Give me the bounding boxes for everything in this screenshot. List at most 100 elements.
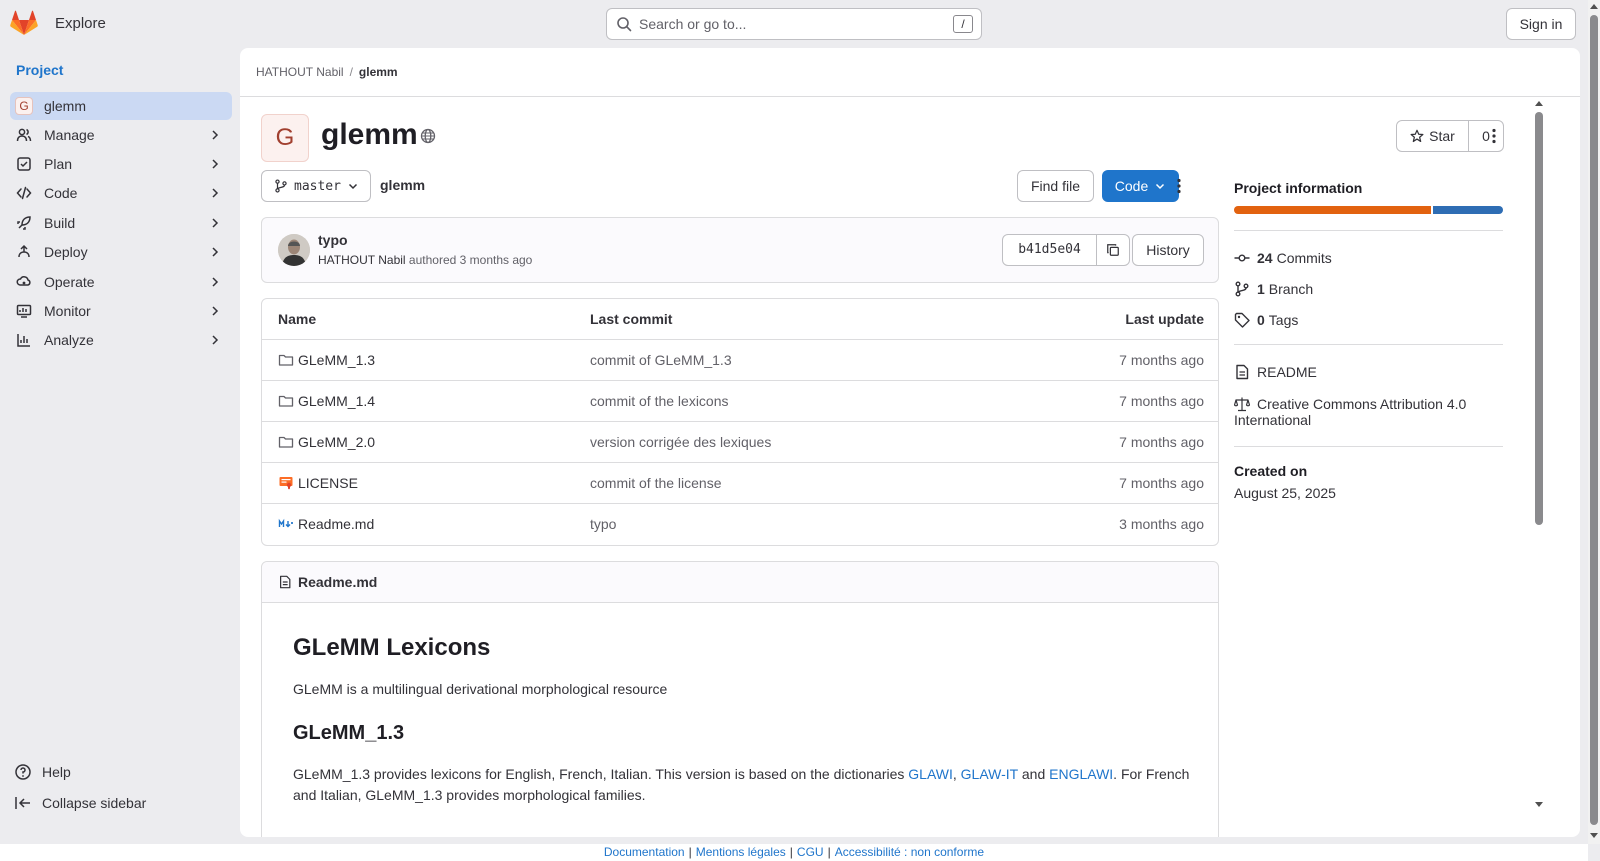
search-icon — [617, 17, 632, 32]
sidebar-item-analyze[interactable]: Analyze — [10, 326, 232, 354]
table-row[interactable]: LICENSE commit of the license 7 months a… — [262, 463, 1218, 504]
star-icon — [1410, 129, 1424, 143]
file-last-commit[interactable]: commit of GLeMM_1.3 — [590, 352, 732, 368]
help-button[interactable]: Help — [14, 763, 71, 781]
main-scrollbar[interactable] — [1533, 97, 1545, 811]
history-button[interactable]: History — [1132, 234, 1204, 266]
search-input[interactable]: Search or go to... / — [606, 8, 982, 40]
sidebar-item-plan[interactable]: Plan — [10, 150, 232, 178]
readme-filename[interactable]: Readme.md — [298, 574, 377, 590]
rocket-icon — [15, 214, 33, 232]
header-last-update: Last update — [1125, 311, 1204, 327]
readme-text: , — [952, 766, 961, 782]
explore-link[interactable]: Explore — [55, 15, 106, 32]
repo-path[interactable]: glemm — [380, 177, 425, 193]
table-row[interactable]: GLeMM_1.3 commit of GLeMM_1.3 7 months a… — [262, 340, 1218, 381]
commit-message[interactable]: typo — [318, 232, 348, 248]
englawi-link[interactable]: ENGLAWI — [1049, 766, 1113, 782]
file-table: Name Last commit Last update GLeMM_1.3 c… — [261, 298, 1219, 546]
sidebar-item-deploy[interactable]: Deploy — [10, 238, 232, 266]
glawi-link[interactable]: GLAWI — [908, 766, 953, 782]
copy-sha-button[interactable] — [1097, 235, 1129, 265]
sidebar-item-project[interactable]: G glemm — [10, 92, 232, 120]
sidebar-item-label: Operate — [44, 274, 95, 290]
info-divider — [1234, 344, 1503, 345]
tags-link[interactable]: 0 Tags — [1234, 312, 1298, 328]
footer-link-documentation[interactable]: Documentation — [604, 845, 685, 859]
file-last-commit[interactable]: commit of the license — [590, 475, 722, 491]
sidebar-item-label: glemm — [44, 98, 87, 114]
file-name[interactable]: GLeMM_1.3 — [298, 352, 375, 368]
language-bar-segment-1 — [1234, 206, 1431, 214]
project-actions-kebab-icon[interactable] — [1486, 128, 1502, 144]
page-scrollbar[interactable] — [1588, 0, 1600, 844]
chevron-right-icon — [212, 218, 219, 228]
footer-separator: | — [827, 845, 831, 859]
file-name[interactable]: GLeMM_1.4 — [298, 393, 375, 409]
sidebar-item-code[interactable]: Code — [10, 179, 232, 207]
globe-icon — [420, 128, 436, 144]
file-last-update: 7 months ago — [1119, 352, 1204, 368]
commit-author[interactable]: HATHOUT Nabil — [318, 253, 406, 267]
glaw-it-link[interactable]: GLAW-IT — [961, 766, 1018, 782]
file-last-commit[interactable]: typo — [590, 516, 616, 532]
scroll-down-arrow-icon[interactable] — [1590, 833, 1598, 838]
code-icon — [15, 184, 33, 202]
find-file-button[interactable]: Find file — [1017, 170, 1094, 202]
star-button[interactable]: Star — [1397, 121, 1469, 151]
code-button-label: Code — [1114, 178, 1149, 194]
project-avatar-icon: G — [15, 97, 33, 115]
sidebar-item-build[interactable]: Build — [10, 209, 232, 237]
code-dropdown-button[interactable]: Code — [1102, 170, 1179, 202]
footer-separator: | — [789, 845, 793, 859]
avatar[interactable] — [278, 234, 310, 266]
sidebar-item-monitor[interactable]: Monitor — [10, 297, 232, 325]
license-link[interactable]: Creative Commons Attribution 4.0 Interna… — [1234, 396, 1503, 428]
collapse-sidebar-button[interactable]: Collapse sidebar — [14, 794, 146, 812]
license-label: Creative Commons Attribution 4.0 Interna… — [1234, 396, 1467, 428]
folder-icon — [278, 354, 294, 366]
scrollbar-thumb[interactable] — [1590, 15, 1598, 825]
repo-actions-kebab-icon[interactable] — [1171, 178, 1187, 194]
chevron-down-icon — [348, 183, 357, 190]
file-name[interactable]: LICENSE — [298, 475, 358, 491]
breadcrumb-owner[interactable]: HATHOUT Nabil — [256, 65, 344, 79]
file-last-commit[interactable]: commit of the lexicons — [590, 393, 729, 409]
last-commit-box: typo HATHOUT Nabil authored 3 months ago… — [261, 217, 1219, 283]
table-row[interactable]: GLeMM_1.4 commit of the lexicons 7 month… — [262, 381, 1218, 422]
plan-icon — [15, 155, 33, 173]
scroll-up-arrow-icon[interactable] — [1535, 101, 1543, 106]
table-row[interactable]: Readme.md typo 3 months ago — [262, 504, 1218, 545]
search-shortcut-key: / — [953, 15, 973, 33]
readme-link[interactable]: README — [1234, 364, 1317, 380]
footer-link-legal[interactable]: Mentions légales — [696, 845, 786, 859]
language-bar[interactable] — [1234, 206, 1503, 214]
branch-icon — [275, 179, 287, 193]
branch-count: 1 — [1257, 281, 1265, 297]
chevron-right-icon — [212, 277, 219, 287]
scroll-down-arrow-icon[interactable] — [1535, 802, 1543, 807]
file-name[interactable]: Readme.md — [298, 516, 374, 532]
footer-link-cgu[interactable]: CGU — [797, 845, 824, 859]
file-last-commit[interactable]: version corrigée des lexiques — [590, 434, 771, 450]
branches-link[interactable]: 1 Branch — [1234, 281, 1313, 297]
commit-meta: HATHOUT Nabil authored 3 months ago — [318, 253, 532, 267]
monitor-icon — [15, 302, 33, 320]
scrollbar-thumb[interactable] — [1535, 112, 1543, 525]
sign-in-button[interactable]: Sign in — [1506, 8, 1576, 40]
branch-selector[interactable]: master — [261, 170, 371, 202]
file-name[interactable]: GLeMM_2.0 — [298, 434, 375, 450]
scroll-up-arrow-icon[interactable] — [1590, 4, 1598, 9]
sidebar-item-manage[interactable]: Manage — [10, 121, 232, 149]
table-row[interactable]: GLeMM_2.0 version corrigée des lexiques … — [262, 422, 1218, 463]
commit-time: 3 months ago — [459, 253, 533, 267]
collapse-label: Collapse sidebar — [42, 795, 147, 811]
commit-sha[interactable]: b41d5e04 — [1003, 235, 1097, 265]
gitlab-logo-icon[interactable] — [10, 10, 38, 36]
breadcrumb-project[interactable]: glemm — [359, 65, 398, 79]
commits-link[interactable]: 24 Commits — [1234, 250, 1332, 266]
scale-icon — [1234, 397, 1250, 412]
main-panel: HATHOUT Nabil / glemm G glemm Star 0 maste… — [240, 48, 1580, 837]
sidebar-item-operate[interactable]: Operate — [10, 268, 232, 296]
footer-link-accessibility[interactable]: Accessibilité : non conforme — [835, 845, 984, 859]
